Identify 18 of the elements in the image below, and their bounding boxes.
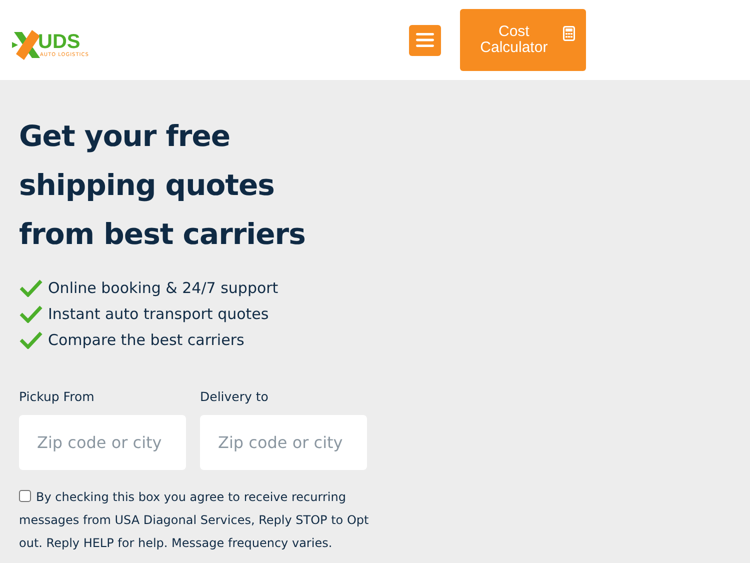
input-field[interactable]: Zip code or city <box>19 415 186 470</box>
field-label: Delivery to <box>200 389 270 404</box>
checkmark-icon <box>19 279 43 297</box>
checkmark-icon <box>19 305 43 323</box>
logo-text: UDS <box>38 32 80 52</box>
page-heading: Get your free shipping quotes from best carriers <box>19 118 306 253</box>
cost-calculator-button[interactable]: Cost Calculator <box>460 9 586 71</box>
field-label: Pickup From <box>19 389 96 404</box>
consent-text: By checking this box you agree to receive recurring messages from USA Diagonal Services, Reply STOP to Opt out. Reply HELP for help. Message frequency varies. <box>19 489 369 552</box>
input-field[interactable]: Zip code or city <box>200 415 367 470</box>
feature-text: Instant auto transport quotes <box>48 305 269 323</box>
feature-text: Online booking & 24/7 support <box>48 279 278 297</box>
checkmark-icon <box>19 331 43 349</box>
consent-checkbox[interactable] <box>19 490 31 502</box>
menu-button[interactable] <box>408 24 441 56</box>
menu-icon <box>416 33 434 47</box>
feature-text: Compare the best carriers <box>48 331 244 349</box>
calculator-icon <box>562 26 575 41</box>
